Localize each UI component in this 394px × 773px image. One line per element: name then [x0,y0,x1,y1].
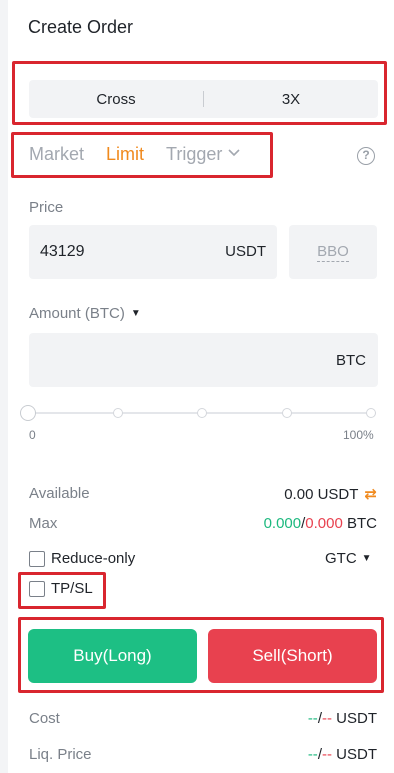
tab-trigger[interactable]: Trigger [166,144,240,165]
max-value-group: 0.000/0.000 BTC [264,515,377,532]
order-type-tabs: Market Limit Trigger [29,144,262,165]
margin-mode-selector[interactable]: Cross 3X [29,80,378,118]
time-in-force-select[interactable]: GTC ▼ [325,550,372,567]
tab-trigger-label: Trigger [166,144,223,164]
cost-label: Cost [29,710,60,727]
amount-input[interactable]: BTC [29,333,378,387]
checkbox-icon [29,580,45,597]
bbo-label: BBO [317,243,349,262]
cost-unit: USDT [336,710,377,727]
max-label: Max [29,515,58,532]
leverage-selector[interactable]: 3X [204,91,378,108]
bbo-button[interactable]: BBO [289,225,377,279]
tpsl-label: TP/SL [51,580,93,597]
time-in-force-value: GTC [325,550,357,567]
slider-mark-25[interactable] [113,408,123,418]
available-label: Available [29,485,90,502]
price-value: 43129 [40,243,85,260]
cost-value-group: --/-- USDT [308,710,377,727]
transfer-icon[interactable]: ⇄ [364,486,377,503]
margin-mode-cross[interactable]: Cross [29,91,203,108]
liq-price-short: -- [321,746,332,763]
cost-long: -- [307,710,318,727]
tpsl-checkbox[interactable]: TP/SL [29,580,93,597]
amount-unit-selector[interactable]: Amount (BTC) ▼ [29,305,141,322]
slider-min-label: 0 [29,428,36,442]
amount-label: Amount (BTC) [29,305,125,322]
tab-market[interactable]: Market [29,144,84,165]
cost-short: -- [321,710,332,727]
slider-max-label: 100% [343,428,374,442]
liq-price-value-group: --/-- USDT [308,746,377,763]
liq-price-label: Liq. Price [29,746,92,763]
price-input[interactable]: 43129 USDT [29,225,277,279]
caret-down-icon: ▼ [361,553,372,564]
reduce-only-checkbox[interactable]: Reduce-only [29,550,135,567]
left-edge-strip [0,0,8,773]
available-value-group: 0.00 USDT ⇄ [284,485,377,503]
max-unit: BTC [347,515,377,532]
buy-long-button[interactable]: Buy(Long) [28,629,197,683]
slider-mark-50[interactable] [197,408,207,418]
slider-handle[interactable] [20,405,36,421]
page-title: Create Order [28,17,134,37]
caret-down-icon: ▼ [130,308,141,319]
max-long-value: 0.000 [263,515,302,532]
price-unit: USDT [225,243,266,260]
available-value: 0.00 USDT [284,486,359,503]
slider-mark-75[interactable] [282,408,292,418]
checkbox-icon [29,550,45,567]
amount-unit: BTC [336,352,366,369]
reduce-only-label: Reduce-only [51,550,136,567]
sell-short-button[interactable]: Sell(Short) [208,629,377,683]
price-label: Price [29,199,64,216]
max-short-value: 0.000 [305,515,343,532]
slider-mark-100[interactable] [366,408,376,418]
help-icon[interactable]: ? [357,147,375,165]
chevron-down-icon [228,149,240,157]
tab-limit[interactable]: Limit [106,144,144,165]
liq-price-long: -- [307,746,318,763]
liq-price-unit: USDT [336,746,377,763]
